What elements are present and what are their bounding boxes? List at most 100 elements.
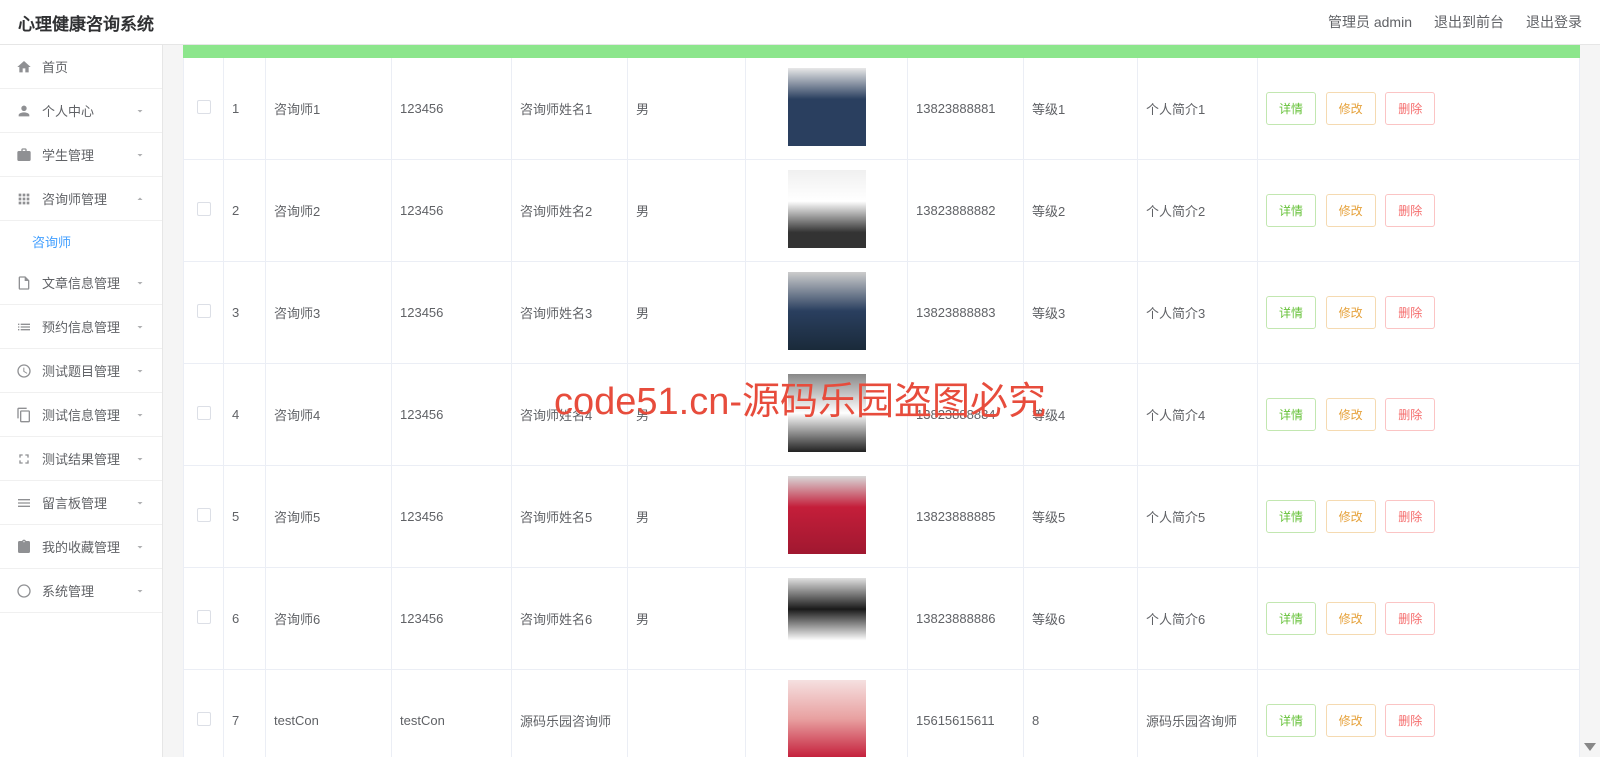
table-row: 2 咨询师2 123456 咨询师姓名2 男 13823888882 等级2 个…: [184, 160, 1580, 262]
cell-gender: 男: [628, 568, 746, 670]
detail-button[interactable]: 详情: [1266, 92, 1316, 125]
delete-button[interactable]: 删除: [1385, 194, 1435, 227]
delete-button[interactable]: 删除: [1385, 500, 1435, 533]
cell-intro: 个人简介6: [1138, 568, 1258, 670]
cell-phone: 13823888882: [908, 160, 1024, 262]
sidebar-item-home[interactable]: 首页: [0, 45, 162, 89]
app-title: 心理健康咨询系统: [18, 10, 154, 35]
row-checkbox[interactable]: [197, 304, 211, 318]
detail-button[interactable]: 详情: [1266, 398, 1316, 431]
cell-photo: [746, 364, 908, 466]
main-content: 1 咨询师1 123456 咨询师姓名1 男 13823888881 等级1 个…: [163, 45, 1600, 757]
sidebar-item-testresult[interactable]: 测试结果管理: [0, 437, 162, 481]
cell-operations: 详情 修改 删除: [1258, 364, 1580, 466]
cell-password: 123456: [392, 262, 512, 364]
cell-name: 咨询师姓名1: [512, 58, 628, 160]
chevron-down-icon: [134, 105, 146, 117]
sidebar-item-system[interactable]: 系统管理: [0, 569, 162, 613]
sidebar-item-personal[interactable]: 个人中心: [0, 89, 162, 133]
edit-button[interactable]: 修改: [1326, 92, 1376, 125]
table-row: 6 咨询师6 123456 咨询师姓名6 男 13823888886 等级6 个…: [184, 568, 1580, 670]
list-icon: [16, 319, 32, 335]
cell-account: 咨询师2: [266, 160, 392, 262]
cell-name: 咨询师姓名4: [512, 364, 628, 466]
logout-front-link[interactable]: 退出到前台: [1434, 12, 1504, 32]
sidebar: 首页 个人中心 学生管理 咨询师管理 咨询师 文章信息管理 预约信息管理: [0, 45, 163, 757]
cell-operations: 详情 修改 删除: [1258, 568, 1580, 670]
logout-link[interactable]: 退出登录: [1526, 12, 1582, 32]
detail-button[interactable]: 详情: [1266, 704, 1316, 737]
counselor-photo: [788, 476, 866, 554]
scroll-down-icon[interactable]: [1584, 743, 1596, 751]
clock-icon: [16, 583, 32, 599]
cell-gender: 男: [628, 262, 746, 364]
grid-icon: [16, 191, 32, 207]
cell-level: 等级3: [1024, 262, 1138, 364]
row-checkbox[interactable]: [197, 100, 211, 114]
chevron-down-icon: [134, 497, 146, 509]
detail-button[interactable]: 详情: [1266, 296, 1316, 329]
delete-button[interactable]: 删除: [1385, 398, 1435, 431]
cell-operations: 详情 修改 删除: [1258, 58, 1580, 160]
edit-button[interactable]: 修改: [1326, 500, 1376, 533]
cell-name: 源码乐园咨询师: [512, 670, 628, 757]
table-row: 5 咨询师5 123456 咨询师姓名5 男 13823888885 等级5 个…: [184, 466, 1580, 568]
cell-phone: 13823888884: [908, 364, 1024, 466]
counselor-photo: [788, 272, 866, 350]
cell-gender: 男: [628, 466, 746, 568]
cell-phone: 13823888883: [908, 262, 1024, 364]
sidebar-item-testinfo[interactable]: 测试信息管理: [0, 393, 162, 437]
clock-icon: [16, 363, 32, 379]
chevron-down-icon: [134, 453, 146, 465]
cell-operations: 详情 修改 删除: [1258, 670, 1580, 757]
row-checkbox[interactable]: [197, 202, 211, 216]
detail-button[interactable]: 详情: [1266, 194, 1316, 227]
edit-button[interactable]: 修改: [1326, 704, 1376, 737]
sidebar-subitem-counselor[interactable]: 咨询师: [0, 221, 162, 261]
sidebar-item-article[interactable]: 文章信息管理: [0, 261, 162, 305]
sidebar-item-appointment[interactable]: 预约信息管理: [0, 305, 162, 349]
row-checkbox[interactable]: [197, 610, 211, 624]
edit-button[interactable]: 修改: [1326, 296, 1376, 329]
chevron-down-icon: [134, 365, 146, 377]
delete-button[interactable]: 删除: [1385, 296, 1435, 329]
edit-button[interactable]: 修改: [1326, 398, 1376, 431]
sidebar-item-counselor-mgmt[interactable]: 咨询师管理: [0, 177, 162, 221]
delete-button[interactable]: 删除: [1385, 704, 1435, 737]
table-row: 1 咨询师1 123456 咨询师姓名1 男 13823888881 等级1 个…: [184, 58, 1580, 160]
cell-index: 3: [224, 262, 266, 364]
sidebar-item-student[interactable]: 学生管理: [0, 133, 162, 177]
chevron-down-icon: [134, 277, 146, 289]
cell-photo: [746, 466, 908, 568]
cell-intro: 个人简介1: [1138, 58, 1258, 160]
chevron-down-icon: [134, 541, 146, 553]
delete-button[interactable]: 删除: [1385, 92, 1435, 125]
cell-phone: 15615615611: [908, 670, 1024, 757]
sidebar-item-favorite[interactable]: 我的收藏管理: [0, 525, 162, 569]
cell-gender: 男: [628, 58, 746, 160]
edit-button[interactable]: 修改: [1326, 194, 1376, 227]
cell-photo: [746, 568, 908, 670]
table-row: 7 testCon testCon 源码乐园咨询师 15615615611 8 …: [184, 670, 1580, 757]
detail-button[interactable]: 详情: [1266, 500, 1316, 533]
table-header-green: [184, 46, 1580, 58]
home-icon: [16, 59, 32, 75]
cell-index: 6: [224, 568, 266, 670]
cell-level: 等级4: [1024, 364, 1138, 466]
delete-button[interactable]: 删除: [1385, 602, 1435, 635]
cell-password: testCon: [392, 670, 512, 757]
row-checkbox[interactable]: [197, 712, 211, 726]
table-row: 4 咨询师4 123456 咨询师姓名4 男 13823888884 等级4 个…: [184, 364, 1580, 466]
sidebar-item-msgboard[interactable]: 留言板管理: [0, 481, 162, 525]
cell-account: testCon: [266, 670, 392, 757]
cell-intro: 个人简介5: [1138, 466, 1258, 568]
row-checkbox[interactable]: [197, 406, 211, 420]
counselor-photo: [788, 68, 866, 146]
detail-button[interactable]: 详情: [1266, 602, 1316, 635]
edit-button[interactable]: 修改: [1326, 602, 1376, 635]
cell-name: 咨询师姓名6: [512, 568, 628, 670]
sidebar-item-question[interactable]: 测试题目管理: [0, 349, 162, 393]
row-checkbox[interactable]: [197, 508, 211, 522]
admin-label[interactable]: 管理员 admin: [1328, 12, 1412, 32]
cell-intro: 个人简介2: [1138, 160, 1258, 262]
